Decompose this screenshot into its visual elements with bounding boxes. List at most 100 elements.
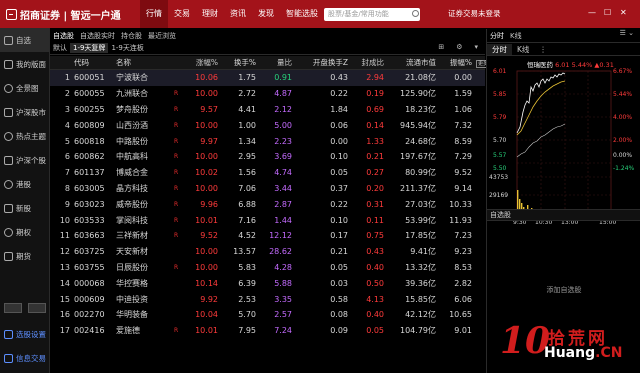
table-row[interactable]: 11 603663 三祥新材 R 9.52 4.52 12.12 0.17 0.75 17.85亿… [50,228,485,244]
cell-turnover: 1.00 [238,120,256,130]
nav-trade[interactable]: 交易 [168,0,196,28]
tab-watchlist-realtime[interactable]: 自选股实时 [77,31,118,41]
cell-name: 中路股份 [116,136,148,146]
cell-seal-ratio: 2.94 [366,73,384,83]
sidebar-item-ipo[interactable]: 新股 [0,196,49,220]
sidebar-item-hk[interactable]: 港股 [0,172,49,196]
tab-chart-intraday[interactable]: 分时 [487,43,512,55]
filter-limit-up[interactable]: 1-9天连板 [108,43,146,53]
nav-news[interactable]: 资讯 [224,0,252,28]
table-row[interactable]: 4 600809 山西汾酒 R 10.00 1.00 5.00 0.06 0.14 945.94亿… [50,117,485,133]
cell-index: 15 [59,294,70,304]
tab-holdings[interactable]: 持仓股 [118,31,145,41]
cell-change: 10.00 [195,89,218,99]
header-volume-ratio[interactable]: 量比 [256,57,292,68]
maximize-icon[interactable]: ☐ [604,8,611,17]
sidebar-toggle[interactable] [4,303,46,315]
collapse-icon[interactable] [4,303,22,313]
empty-state-text[interactable]: 添加自选股 [487,285,640,295]
cell-name: 日辰股份 [116,262,148,272]
sidebar-item-info-trade[interactable]: 信息交易 [0,346,50,370]
minimize-icon[interactable]: — [588,8,596,17]
cell-volume-ratio: 3.69 [274,152,292,162]
table-row[interactable]: 8 603005 晶方科技 R 10.00 7.06 3.44 0.37 0.20 211.37亿… [50,181,485,197]
table-row[interactable]: 1 600051 宁波联合 10.06 1.75 0.91 0.43 2.94 21.08亿 0.… [50,70,485,86]
cell-turnover: 6.39 [238,278,256,288]
nav-smart-pick[interactable]: 智能选股 [280,0,324,28]
cell-seal-ratio: 0.19 [366,89,384,99]
map-icon [4,83,13,93]
tab-chart-kline[interactable]: K线 [512,44,534,55]
cell-open-turnover: 0.17 [330,231,348,241]
table-row[interactable]: 6 600862 中航高科 R 10.00 2.95 3.69 0.10 0.21 197.67亿… [50,149,485,165]
cell-amplitude: 8.53 [454,262,472,272]
sidebar-item-stocks[interactable]: 沪深个股 [0,148,49,172]
table-row[interactable]: 15 000609 中迪投资 9.92 2.53 3.35 0.58 4.13 15.85亿 6.… [50,291,485,307]
login-status[interactable]: 证券交易未登录 [448,8,501,19]
close-icon[interactable]: ✕ [620,8,627,17]
cell-index: 16 [59,310,70,320]
tab-chart-more[interactable]: ⋮ [534,45,552,54]
gear-icon[interactable]: ⚙ [453,43,465,51]
sidebar-item-pick-settings[interactable]: 选股设置 [0,322,50,346]
table-row[interactable]: 13 603755 日辰股份 R 10.00 5.83 4.28 0.05 0.40 13.32亿… [50,260,485,276]
expand-icon[interactable] [28,303,46,313]
table-row[interactable]: 17 002416 爱施德 R 10.01 7.95 7.24 0.09 0.05 104.79亿… [50,323,485,339]
table-row[interactable]: 7 601137 博威合金 R 10.02 1.56 4.74 0.05 0.27 80.99亿 9… [50,165,485,181]
sidebar-item-market[interactable]: 沪深股市 [0,100,49,124]
header-name[interactable]: 名称 [116,57,174,68]
panel-menu-icon[interactable]: ☰ ⌄ [617,29,637,37]
table-row[interactable]: 16 002270 华明装备 10.04 5.70 2.57 0.08 0.40 42.12亿 1… [50,307,485,323]
y-right-label: 6.67% [613,68,633,75]
table-row[interactable]: 12 603725 天安新材 10.00 13.57 28.62 0.21 0.43 9.41亿… [50,244,485,260]
sidebar-item-panorama[interactable]: 全景图 [0,76,49,100]
header-code[interactable]: 代码 [74,57,116,68]
grid-icon[interactable]: ⊞ [435,43,447,51]
cell-flag: R [174,184,179,192]
chevron-down-icon[interactable]: ▾ [471,43,481,51]
cell-name: 宁波联合 [116,73,148,83]
cell-flag: R [174,153,179,161]
nav-discover[interactable]: 发现 [252,0,280,28]
sidebar-item-futures[interactable]: 期货 [0,244,49,268]
search-icon[interactable] [412,10,419,17]
cell-turnover: 7.95 [238,326,256,336]
header-change[interactable]: 涨幅% [184,57,218,68]
header-amplitude[interactable]: 振幅% [436,57,474,68]
filter-default[interactable]: 默认 [50,43,70,53]
nav-finance[interactable]: 理财 [196,0,224,28]
tab-kline[interactable]: K线 [507,31,525,41]
tab-intraday[interactable]: 分时 [487,31,507,41]
cell-seal-ratio: 0.27 [366,168,384,178]
table-row[interactable]: 10 603533 掌阅科技 R 10.01 7.16 1.44 0.10 0.11 53.99亿… [50,212,485,228]
intraday-chart[interactable]: 恒瑞医药 6.01 5.44% ▲0.31 6.01 5.85 5.79 5.7… [487,57,640,233]
cell-code: 600051 [74,73,105,83]
sidebar-item-label: 新股 [16,203,31,213]
y-right-label: 5.44% [613,91,633,98]
header-turnover[interactable]: 换手% [218,57,256,68]
table-row[interactable]: 14 000068 华控赛格 10.14 6.39 5.88 0.03 0.50 39.36亿 2… [50,275,485,291]
nav-market[interactable]: 行情 [140,0,168,28]
table-row[interactable]: 3 600255 梦舟股份 R 9.57 4.41 2.12 1.84 0.69 18.23亿 1.… [50,102,485,118]
sidebar-item-hot-topics[interactable]: 热点主题 [0,124,49,148]
sidebar-item-favorites[interactable]: 自选 [0,28,49,52]
cell-open-turnover: 0.43 [330,73,348,83]
table-row[interactable]: 9 603023 威帝股份 R 9.96 6.88 2.87 0.22 0.31 27.03亿 10… [50,196,485,212]
cell-amplitude: 7.29 [454,152,472,162]
chart-tabs: 分时 K线 ⋮ [487,42,640,56]
tab-recent[interactable]: 最近浏览 [145,31,179,41]
filter-resume[interactable]: 1-9天复牌 [70,43,109,53]
header-seal-ratio[interactable]: 封成比 [348,57,385,68]
cell-volume-ratio: 5.88 [274,278,292,288]
y-right-label: 2.00% [613,137,633,144]
table-row[interactable]: 2 600055 九洲联合 R 10.00 2.72 4.87 0.22 0.19 125.90亿… [50,86,485,102]
header-market-cap[interactable]: 流通市值 [384,57,436,68]
sidebar-item-options[interactable]: 期权 [0,220,49,244]
table-row[interactable]: 5 600818 中路股份 R 9.97 1.34 2.23 0.00 1.33 24.68亿 8.… [50,133,485,149]
sidebar-item-my-layout[interactable]: 我的版面 [0,52,49,76]
table-body: 1 600051 宁波联合 10.06 1.75 0.91 0.43 2.94 21.08亿 0.… [50,70,485,339]
cell-code: 600809 [74,120,105,130]
search-input[interactable]: 股票/基金/常用功能 [324,8,420,21]
header-open-turnover[interactable]: 开盘换手Z [292,57,348,68]
tab-watchlist[interactable]: 自选股 [50,31,77,41]
